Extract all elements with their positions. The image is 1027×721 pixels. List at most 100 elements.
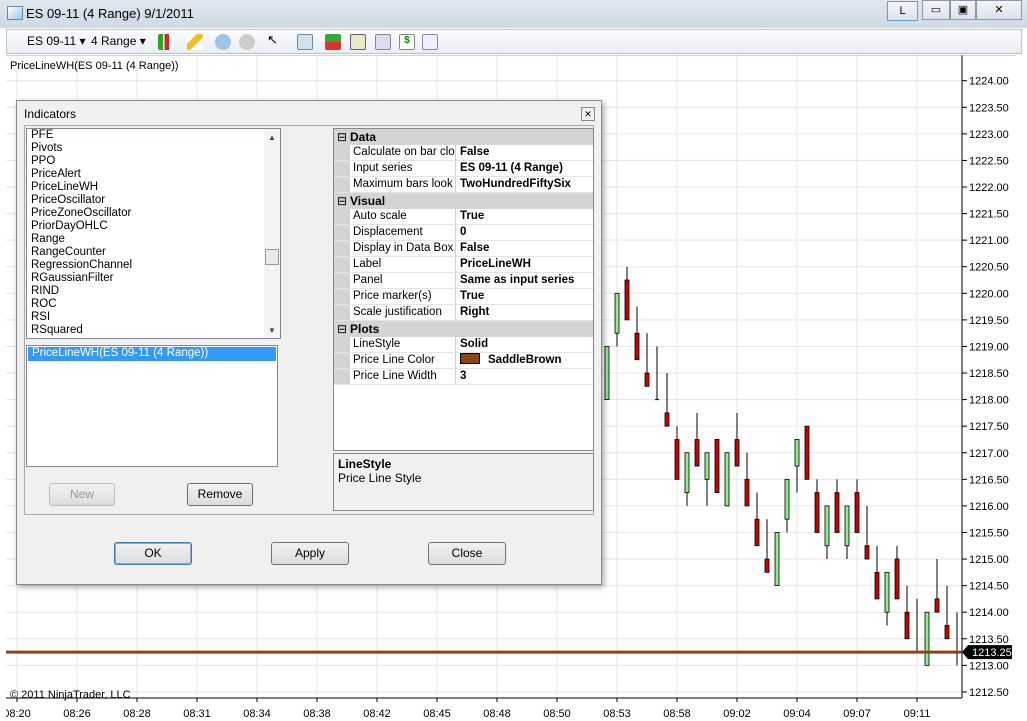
indicator-list-item[interactable]: RegressionChannel <box>27 259 280 272</box>
maximize-button[interactable]: ▣ <box>950 0 976 20</box>
property-value[interactable]: ES 09-11 (4 Range) <box>456 161 593 176</box>
indicator-list-item[interactable]: RIND <box>27 285 280 298</box>
property-grid[interactable]: ⊟ Data Calculate on bar close False Input se… <box>333 128 594 451</box>
applied-indicator-item[interactable]: PriceLineWH(ES 09-11 (4 Range)) <box>28 347 276 361</box>
indicator-list-item[interactable]: PFE <box>27 129 280 142</box>
indicator-list-item[interactable]: RangeCounter <box>27 246 280 259</box>
indicator-list-item[interactable]: RSI <box>27 311 280 324</box>
property-row[interactable]: Price marker(s) True <box>334 289 593 305</box>
description-title: LineStyle <box>338 457 392 471</box>
close-window-button[interactable]: ✕ <box>976 0 1022 20</box>
property-value[interactable]: False <box>456 145 593 160</box>
property-row[interactable]: Displacement 0 <box>334 225 593 241</box>
candle-body <box>664 412 670 427</box>
minimize-button[interactable]: ▭ <box>922 0 950 20</box>
property-name: Price Line Width <box>350 369 456 384</box>
indicator-list-item[interactable]: PriceLineWH <box>27 181 280 194</box>
indicator-list-item[interactable]: PriceAlert <box>27 168 280 181</box>
chart-style-icon[interactable] <box>158 34 174 50</box>
close-button[interactable]: Close <box>428 542 506 565</box>
indicator-list-item[interactable]: Pivots <box>27 142 280 155</box>
apply-button[interactable]: Apply <box>271 542 349 565</box>
indicators-icon[interactable] <box>375 34 391 50</box>
zoom-out-icon[interactable] <box>239 34 255 50</box>
property-row[interactable]: LineStyle Solid <box>334 337 593 353</box>
property-row[interactable]: Price Line Width 3 <box>334 369 593 385</box>
cursor-icon[interactable]: ↖ <box>267 32 283 48</box>
link-button[interactable]: L <box>887 1 918 21</box>
candle-body <box>794 439 800 467</box>
property-row[interactable]: Scale justification Right <box>334 305 593 321</box>
pencil-draw-icon[interactable] <box>187 34 203 50</box>
indicator-list-item[interactable]: PriorDayOHLC <box>27 220 280 233</box>
category-data[interactable]: ⊟ Data <box>334 129 593 145</box>
collapse-icon[interactable]: ⊟ <box>334 321 350 337</box>
indicator-list-item[interactable]: RSquared <box>27 324 280 337</box>
orders-icon[interactable] <box>325 34 341 50</box>
price-tick-label: 1217.00 <box>969 448 1009 460</box>
indicator-list-item[interactable]: Range <box>27 233 280 246</box>
candle-body <box>764 558 770 573</box>
available-indicators-list[interactable]: PFE Pivots PPO PriceAlert PriceLineWH PriceOs… <box>26 128 281 339</box>
property-row[interactable]: Input series ES 09-11 (4 Range) <box>334 161 593 177</box>
properties-icon[interactable] <box>422 34 438 50</box>
new-button[interactable]: New <box>49 483 115 506</box>
property-row[interactable]: Maximum bars look back TwoHundredFiftySix <box>334 177 593 193</box>
list-scrollbar[interactable]: ▲ ▼ <box>264 129 280 338</box>
collapse-icon[interactable]: ⊟ <box>334 193 350 209</box>
category-visual[interactable]: ⊟ Visual <box>334 193 593 209</box>
price-tick-label: 1215.00 <box>969 554 1009 566</box>
property-value-text: False <box>460 146 490 158</box>
property-name: Auto scale <box>350 209 456 224</box>
candle-body <box>674 439 680 480</box>
property-name: Display in Data Box <box>350 241 456 256</box>
ok-button[interactable]: OK <box>114 542 192 565</box>
property-value[interactable]: Solid <box>456 337 593 352</box>
candle-body <box>704 452 710 480</box>
property-row[interactable]: Display in Data Box False <box>334 241 593 257</box>
property-value[interactable]: True <box>456 209 593 224</box>
scrollbar-thumb[interactable] <box>265 249 279 265</box>
property-value[interactable]: 3 <box>456 369 593 384</box>
category-plots[interactable]: ⊟ Plots <box>334 321 593 337</box>
property-value[interactable]: Right <box>456 305 593 320</box>
property-value[interactable]: True <box>456 289 593 304</box>
property-row[interactable]: Label PriceLineWH <box>334 257 593 273</box>
property-row[interactable]: Calculate on bar close False <box>334 145 593 161</box>
bars-icon[interactable] <box>350 34 366 50</box>
indicator-list-item[interactable]: PriceOscillator <box>27 194 280 207</box>
property-value[interactable]: TwoHundredFiftySix <box>456 177 593 192</box>
remove-button[interactable]: Remove <box>187 483 253 506</box>
property-value[interactable]: PriceLineWH <box>456 257 593 272</box>
indicator-list-item[interactable]: RGaussianFilter <box>27 272 280 285</box>
indicator-list-item[interactable]: PPO <box>27 155 280 168</box>
magnifier-icon[interactable] <box>297 34 313 50</box>
property-name: Price marker(s) <box>350 289 456 304</box>
property-row[interactable]: Auto scale True <box>334 209 593 225</box>
property-name: Maximum bars look back <box>350 177 456 192</box>
strategy-icon[interactable]: $ <box>399 34 415 50</box>
collapse-icon[interactable]: ⊟ <box>334 129 350 145</box>
property-value-text: True <box>460 290 485 302</box>
candle-body <box>944 625 950 640</box>
property-value[interactable]: False <box>456 241 593 256</box>
zoom-in-icon[interactable] <box>215 34 231 50</box>
property-value-text: True <box>460 210 485 222</box>
property-value[interactable]: SaddleBrown <box>456 353 593 368</box>
property-row[interactable]: Panel Same as input series <box>334 273 593 289</box>
price-tick-label: 1220.50 <box>969 262 1009 274</box>
time-tick-label: 08:50 <box>543 708 571 720</box>
property-row[interactable]: Price Line Color SaddleBrown <box>334 353 593 369</box>
time-tick-label: 08:20 <box>6 708 31 720</box>
property-value[interactable]: Same as input series <box>456 273 593 288</box>
chart-app-icon <box>7 6 23 20</box>
indicator-list-item[interactable]: PriceZoneOscillator <box>27 207 280 220</box>
time-tick-label: 08:31 <box>183 708 211 720</box>
dialog-close-button[interactable]: ✕ <box>581 107 595 121</box>
period-dropdown[interactable]: 4 Range ▾ <box>91 34 146 48</box>
candle-body <box>724 452 730 507</box>
instrument-dropdown[interactable]: ES 09-11 ▾ <box>27 34 86 48</box>
applied-indicators-list[interactable]: PriceLineWH(ES 09-11 (4 Range)) <box>26 345 278 467</box>
indicator-list-item[interactable]: ROC <box>27 298 280 311</box>
property-value[interactable]: 0 <box>456 225 593 240</box>
